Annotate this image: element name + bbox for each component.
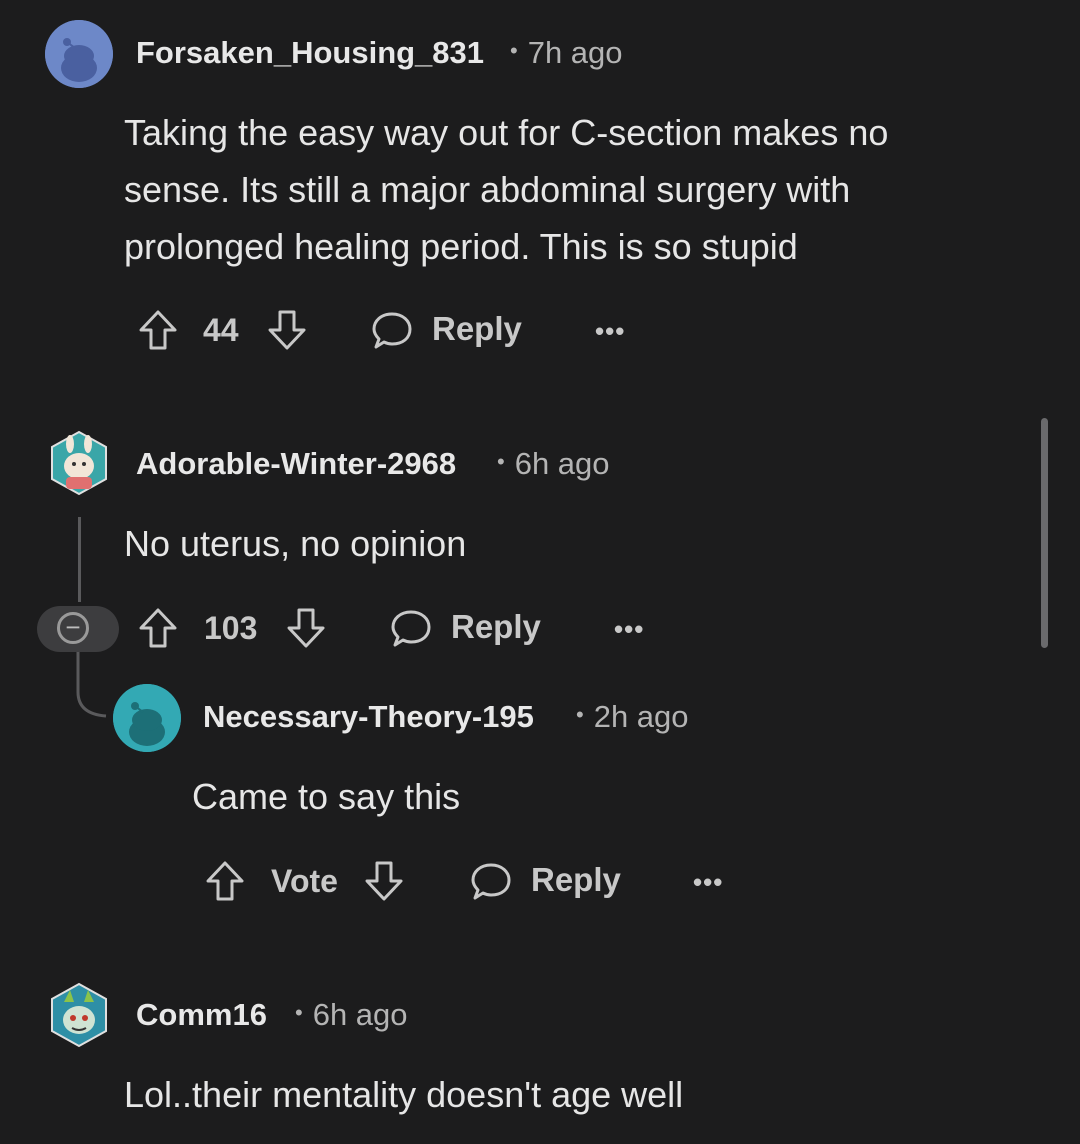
timestamp-text: 2h ago [593,699,689,734]
collapse-icon: − [57,612,89,644]
vote-label: Vote [271,863,338,899]
separator-dot: • [576,701,584,727]
separator-dot: • [497,448,505,474]
downvote-button[interactable] [363,859,405,908]
reply-bubble-icon [372,312,412,349]
upvote-button[interactable] [137,308,179,357]
vote-count: 44 [203,312,239,348]
thread-line[interactable] [78,517,81,602]
avatar[interactable] [50,982,108,1048]
username[interactable]: Forsaken_Housing_831 [136,35,484,71]
downvote-icon [365,861,403,901]
upvote-icon [139,608,177,648]
collapse-symbol: − [65,612,81,642]
reply-bubble-icon [471,863,511,900]
comment-body: Lol..their mentality doesn't age well [124,1074,684,1115]
downvote-icon [287,608,325,648]
reddit-snoo-icon [113,684,181,752]
collapse-thread-button[interactable]: − [37,606,119,652]
upvote-button[interactable] [137,606,179,655]
timestamp-text: 6h ago [312,997,408,1032]
username[interactable]: Comm16 [136,997,267,1033]
separator-dot: • [295,999,303,1025]
timestamp: • 6h ago [295,997,408,1033]
avatar[interactable] [113,684,181,752]
reply-label: Reply [432,310,522,347]
username[interactable]: Adorable-Winter-2968 [136,446,456,482]
vote-count: 103 [204,610,258,646]
reply-bubble-icon [391,610,431,647]
timestamp: • 7h ago [510,35,623,71]
scrollbar[interactable] [1041,418,1048,648]
more-options-button[interactable]: ••• [693,867,723,898]
upvote-icon [139,310,177,350]
separator-dot: • [510,37,518,63]
upvote-icon [206,861,244,901]
avatar[interactable] [50,430,108,496]
comment-body: No uterus, no opinion [124,523,467,564]
downvote-icon [268,310,306,350]
downvote-button[interactable] [285,606,327,655]
timestamp: • 2h ago [576,699,689,735]
avatar[interactable] [45,20,113,88]
more-options-button[interactable]: ••• [614,614,644,645]
comment-body: Came to say this [192,776,461,817]
comment-body: Taking the easy way out for C-section ma… [124,112,889,267]
bunny-avatar-icon [51,430,107,496]
username[interactable]: Necessary-Theory-195 [203,699,534,735]
dragon-avatar-icon [51,982,107,1048]
more-options-button[interactable]: ••• [595,316,625,347]
reply-connector-line [76,652,107,718]
upvote-button[interactable] [204,859,246,908]
timestamp-text: 7h ago [527,35,623,70]
downvote-button[interactable] [266,308,308,357]
reply-label: Reply [451,608,541,645]
timestamp-text: 6h ago [514,446,610,481]
reddit-snoo-icon [45,20,113,88]
reply-label: Reply [531,861,621,898]
timestamp: • 6h ago [497,446,610,482]
